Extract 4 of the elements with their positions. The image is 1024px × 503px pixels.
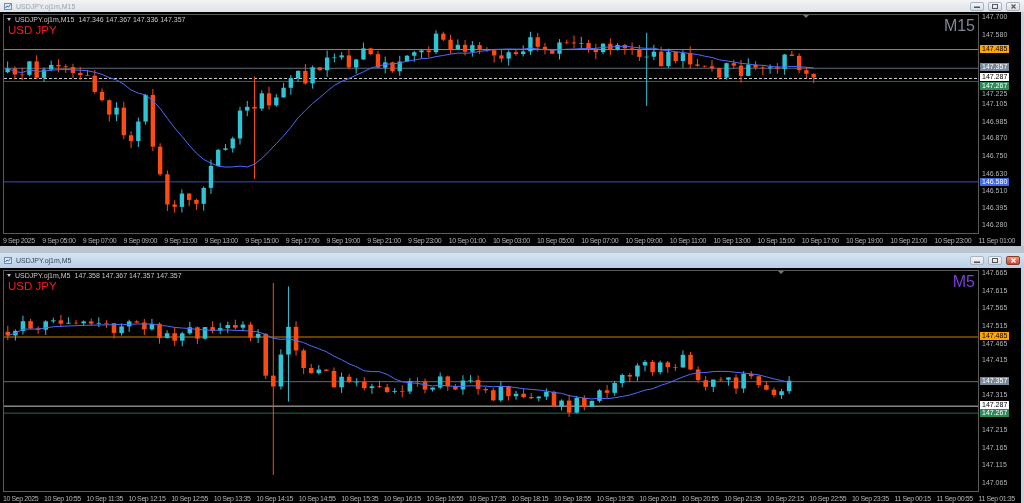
symbol-label: USD JPY <box>8 280 57 292</box>
timeframe-label: M5 <box>952 273 975 291</box>
symbol-label: USD JPY <box>8 24 57 36</box>
timeframe-label: M15 <box>943 17 975 35</box>
